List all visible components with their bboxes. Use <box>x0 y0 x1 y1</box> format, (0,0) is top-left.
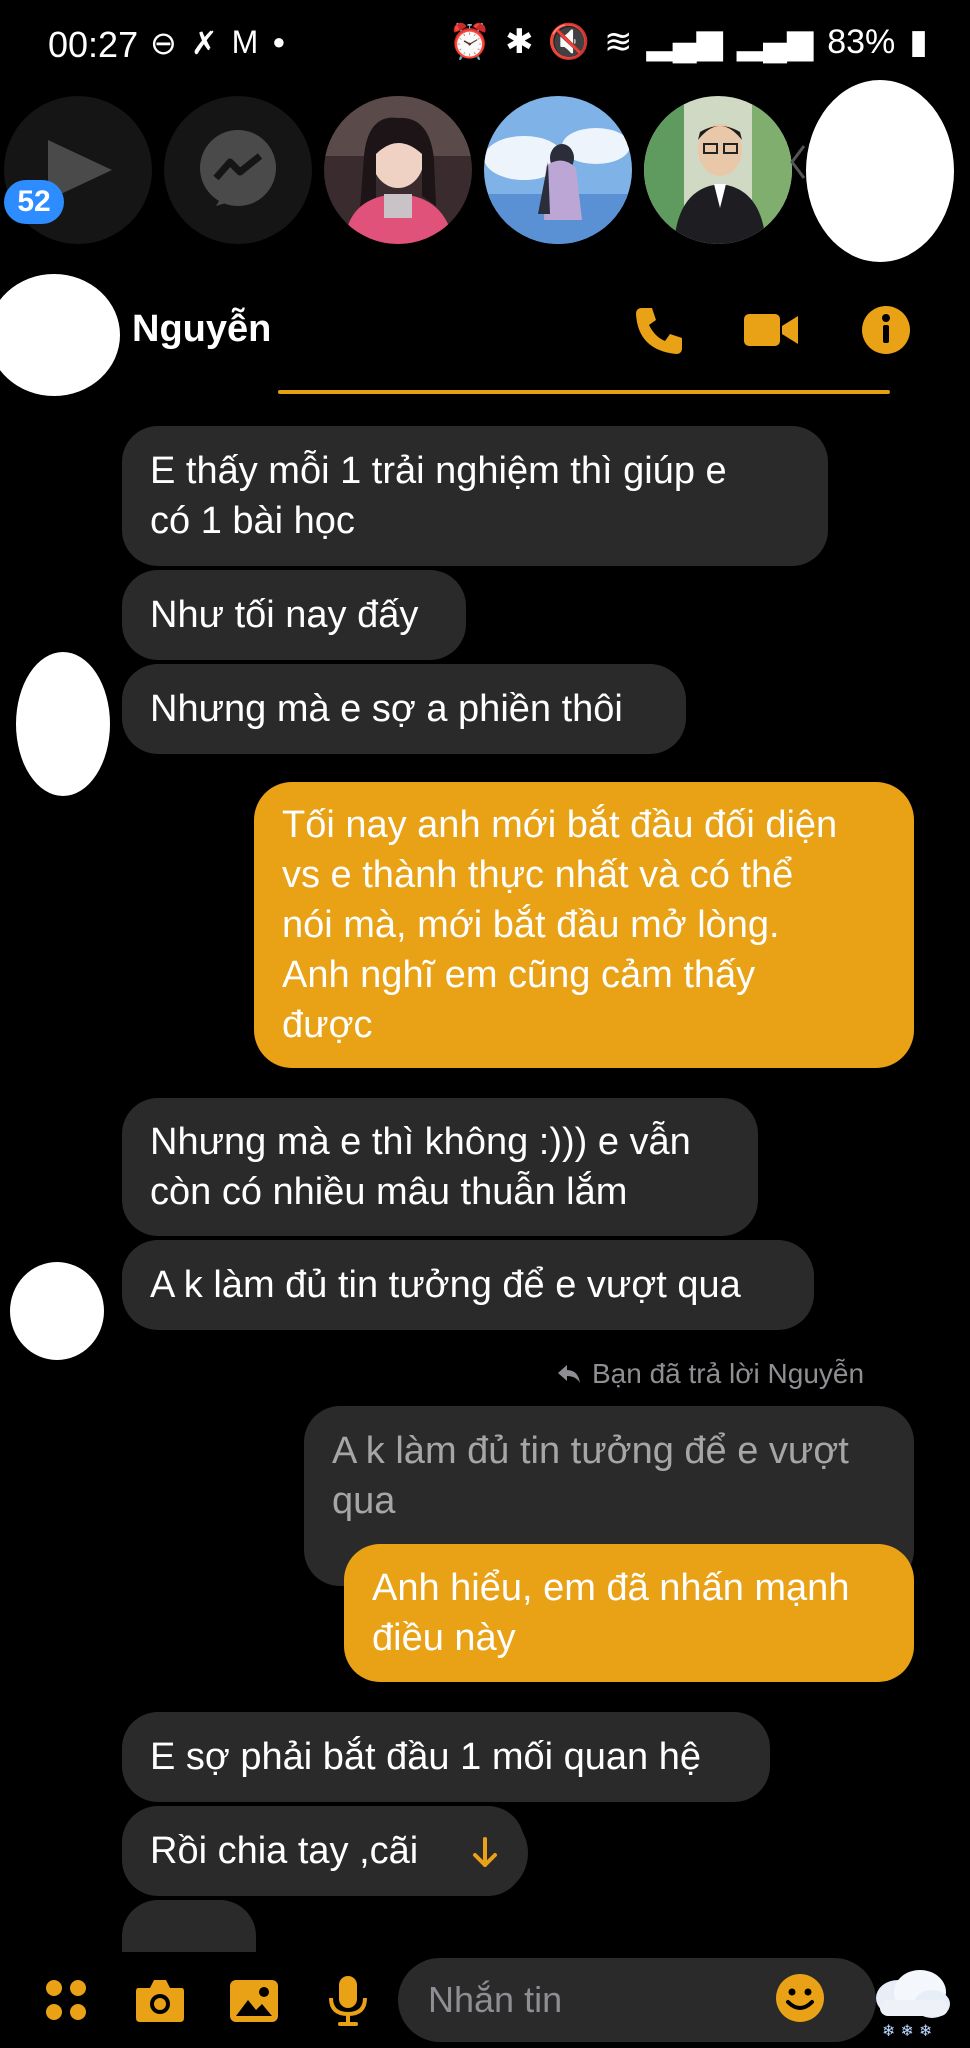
missed-call-icon: ✗ <box>190 25 218 61</box>
messenger-head[interactable] <box>164 96 312 244</box>
message-text: Như tối nay đấy <box>150 594 419 636</box>
dot-icon: ● <box>272 29 286 54</box>
reply-label-text: Bạn đã trả lời Nguyễn <box>592 1358 865 1389</box>
bluetooth-icon: ✱ <box>505 23 534 61</box>
phone-icon[interactable] <box>628 300 688 360</box>
avatar-girl-pink[interactable] <box>324 96 472 244</box>
status-bar: 00:27 ⊖ ✗ M ● ⏰ ✱ 🔇 ≋ ▂▄▆ ▂▄▆ 83% ▮ <box>0 0 970 92</box>
message-incoming[interactable]: E sợ phải bắt đầu 1 mối quan hệ <box>122 1712 770 1802</box>
composer-bar: ❄ ❄ ❄ <box>0 1952 970 2048</box>
do-not-disturb-icon: ⊖ <box>150 25 177 61</box>
message-incoming[interactable]: A k làm đủ tin tưởng để e vượt qua <box>122 1240 814 1330</box>
message-text-line: Anh nghĩ em cũng cảm thấy <box>282 954 756 996</box>
reply-indicator: Bạn đã trả lời Nguyễn <box>556 1358 864 1390</box>
conversation-header: Nguyễn <box>0 262 970 396</box>
message-text-line: Anh hiểu, em đã nhấn mạnh <box>372 1567 850 1609</box>
message-outgoing[interactable]: Tối nay anh mới bắt đầu đối diện vs e th… <box>254 782 914 1068</box>
message-text: Nhưng mà e sợ a phiền thôi <box>150 688 623 730</box>
message-text: A k làm đủ tin tưởng để e vượt qua <box>150 1264 741 1306</box>
message-text-line: Tối nay anh mới bắt đầu đối diện <box>282 804 838 846</box>
message-incoming[interactable]: E thấy mỗi 1 trải nghiệm thì giúp e có 1… <box>122 426 828 566</box>
quoted-text-line: A k làm đủ tin tưởng để e vượt <box>332 1430 849 1472</box>
redacted-avatar[interactable] <box>806 80 954 262</box>
message-text-line: có 1 bài học <box>150 500 355 542</box>
mic-icon[interactable] <box>320 1972 376 2028</box>
arrow-down-icon <box>473 1837 497 1867</box>
message-text-line: được <box>282 1004 373 1046</box>
message-outgoing[interactable]: Anh hiểu, em đã nhấn mạnh điều này <box>344 1544 914 1682</box>
alarm-icon: ⏰ <box>448 23 492 61</box>
signal-icon: ▂▄▆ <box>736 23 814 61</box>
avatar-image <box>484 96 632 244</box>
emoji-icon[interactable] <box>774 1972 826 2024</box>
unread-badge: 52 <box>4 180 64 224</box>
info-icon[interactable] <box>856 300 916 360</box>
avatar-girl-sky[interactable] <box>484 96 632 244</box>
message-text-line: Nhưng mà e thì không :))) e vẫn <box>150 1121 691 1163</box>
video-icon[interactable] <box>740 300 800 360</box>
message-incoming-partial[interactable] <box>122 1900 256 1952</box>
redacted-sender-avatar <box>16 652 110 796</box>
message-incoming[interactable]: Như tối nay đấy <box>122 570 466 660</box>
message-incoming[interactable]: Nhưng mà e sợ a phiền thôi <box>122 664 686 754</box>
avatar-image <box>644 96 792 244</box>
reply-arrow-icon <box>558 1365 580 1383</box>
message-incoming[interactable]: Nhưng mà e thì không :))) e vẫn còn có n… <box>122 1098 758 1236</box>
message-text: E sợ phải bắt đầu 1 mối quan hệ <box>150 1736 701 1778</box>
chevron-left-icon <box>790 145 806 179</box>
signal-icon: ▂▄▆ <box>646 23 723 61</box>
message-text-line: còn có nhiều mâu thuẫn lắm <box>150 1171 628 1213</box>
status-right-icons: ⏰ ✱ 🔇 ≋ ▂▄▆ ▂▄▆ 83% ▮ <box>449 22 928 62</box>
message-text-line: nói mà, mới bắt đầu mở lòng. <box>282 904 780 946</box>
status-left-icons: ⊖ ✗ M ● <box>150 24 286 62</box>
redacted-contact-avatar[interactable] <box>0 274 120 396</box>
gmail-icon: M <box>231 24 259 60</box>
message-text-line: điều này <box>372 1617 516 1659</box>
messenger-icon <box>200 130 276 206</box>
status-time: 00:27 <box>48 24 139 65</box>
contact-name[interactable]: Nguyễn <box>132 308 271 351</box>
redacted-sender-avatar <box>10 1262 104 1360</box>
wifi-icon: ≋ <box>603 23 633 61</box>
scroll-to-bottom-button[interactable] <box>442 1810 528 1896</box>
message-text: Rồi chia tay ,cãi <box>150 1830 419 1872</box>
avatar-man-glasses[interactable] <box>644 96 792 244</box>
gallery-icon[interactable] <box>226 1972 282 2028</box>
svg-text:❄ ❄ ❄: ❄ ❄ ❄ <box>882 2021 932 2040</box>
message-text-line: E thấy mỗi 1 trải nghiệm thì giúp e <box>150 450 727 492</box>
camera-icon[interactable] <box>132 1972 188 2028</box>
battery-level: 83% <box>827 22 896 61</box>
mute-icon: 🔇 <box>547 23 590 61</box>
chat-heads-strip: 52 <box>0 80 970 262</box>
weather-snow-icon[interactable]: ❄ ❄ ❄ <box>868 1960 952 2040</box>
previous-message-edge <box>278 390 890 394</box>
battery-icon: ▮ <box>909 23 928 61</box>
avatar-image <box>324 96 472 244</box>
apps-icon[interactable] <box>38 1972 94 2028</box>
quoted-text-line: qua <box>332 1480 396 1522</box>
message-text-line: vs e thành thực nhất và có thể <box>282 854 794 896</box>
